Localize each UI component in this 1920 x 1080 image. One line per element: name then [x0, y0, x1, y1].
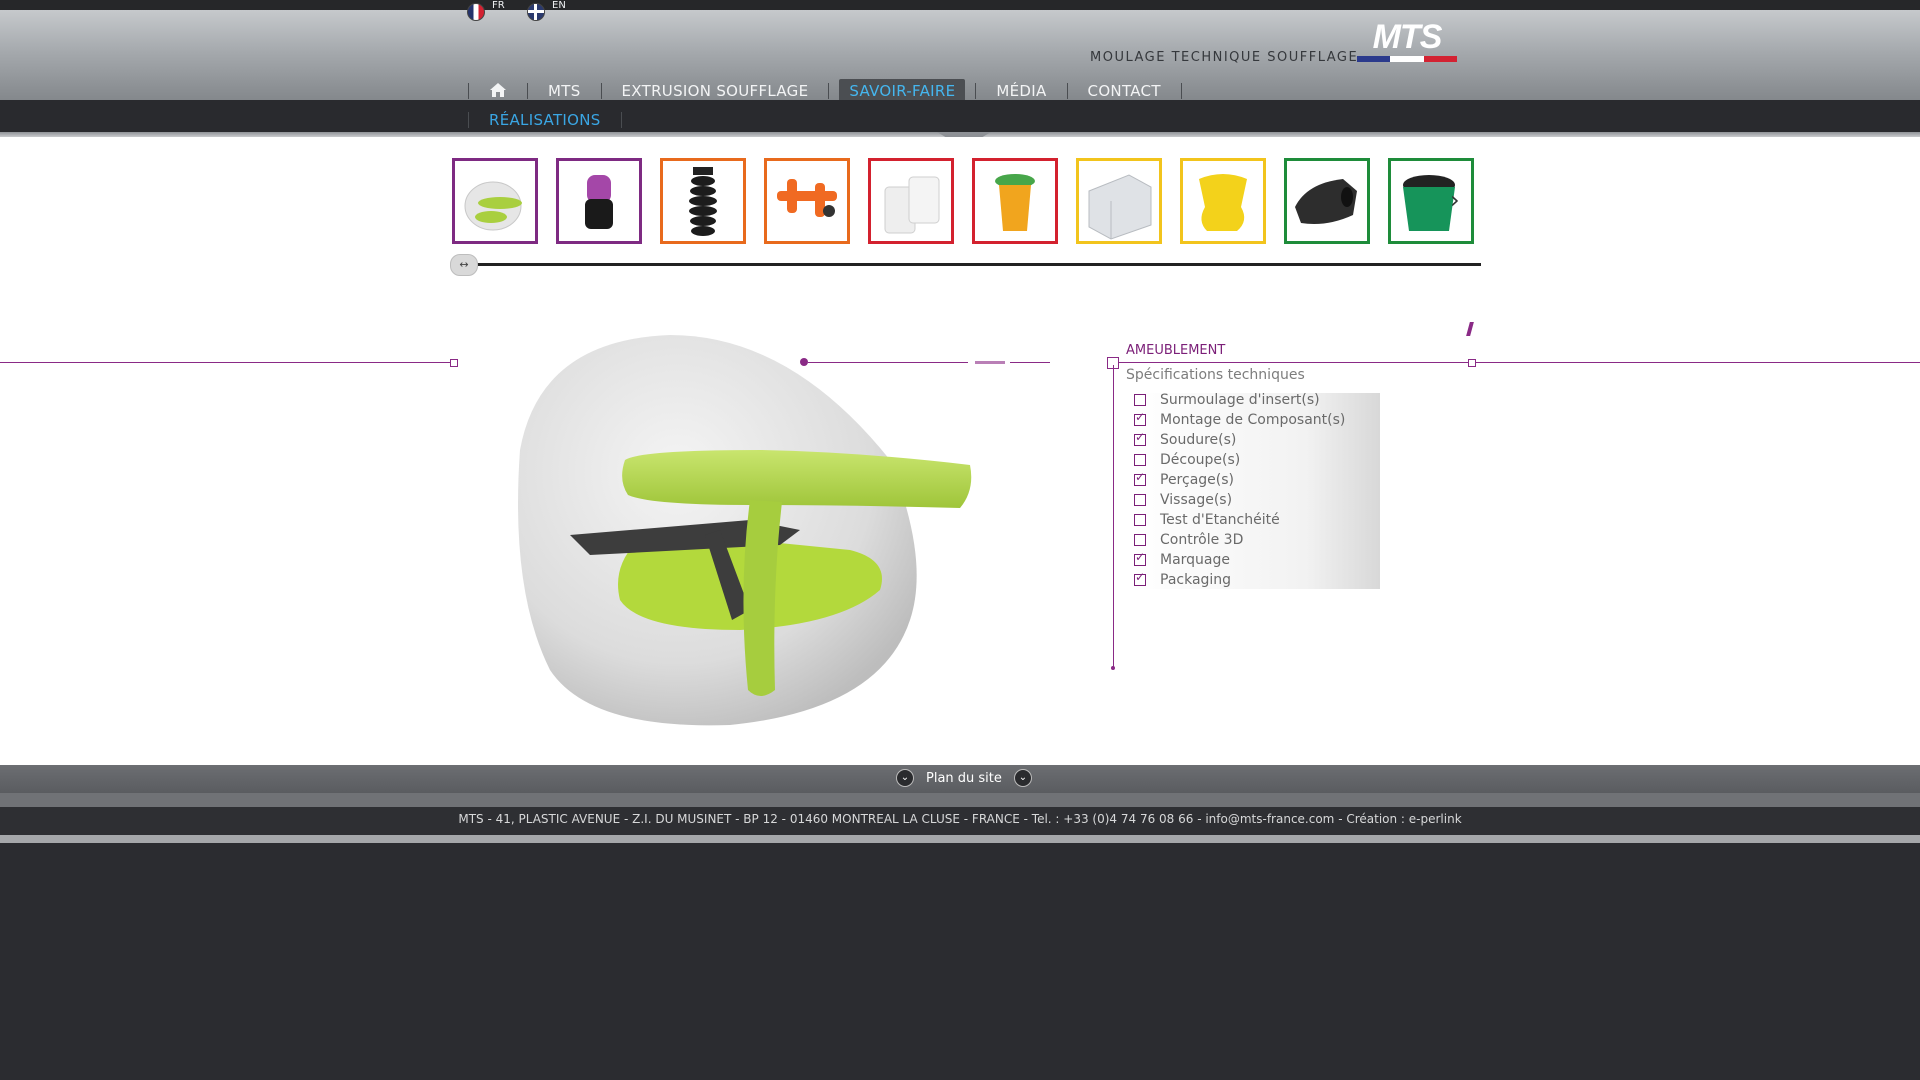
spec-controle-3d: Contrôle 3D: [1134, 530, 1243, 550]
decor-line: [1112, 362, 1468, 363]
bottle-image: [585, 175, 613, 229]
spec-marquage: Marquage: [1134, 550, 1230, 570]
decor-square: [450, 359, 458, 367]
spec-label: Vissage(s): [1160, 492, 1233, 508]
specs-title: Spécifications techniques: [1126, 367, 1305, 383]
thumbnail-bin[interactable]: [972, 158, 1058, 244]
spec-label: Montage de Composant(s): [1160, 412, 1346, 428]
spec-label: Contrôle 3D: [1160, 532, 1244, 548]
logo-flag-stripe: [1357, 56, 1457, 62]
checkbox-unchecked: [1134, 534, 1146, 546]
nav-separator: [828, 83, 830, 99]
nav-separator: [468, 112, 469, 128]
spec-label: Découpe(s): [1160, 452, 1241, 468]
stripe-white: [1390, 56, 1424, 62]
spec-test-etancheite: Test d'Etanchéité: [1134, 510, 1280, 530]
stripe-red: [1423, 56, 1457, 62]
duct-image: [689, 167, 717, 236]
gallery-scroll-track[interactable]: [452, 263, 1481, 266]
left-right-arrows-icon[interactable]: ↔: [450, 254, 478, 276]
chevron-down-icon: ⌄: [896, 769, 914, 787]
decor-square: [1468, 359, 1476, 367]
chevron-down-icon: ⌄: [1013, 769, 1032, 787]
decor-line: [1475, 362, 1920, 363]
nav-separator: [600, 83, 602, 99]
spec-label: Packaging: [1160, 572, 1232, 588]
spec-surmoulage: Surmoulage d'insert(s): [1134, 390, 1320, 410]
language-fr-label: FR: [492, 0, 505, 11]
checkbox-checked: [1134, 410, 1146, 426]
nav-separator: [620, 112, 622, 128]
thumbnail-jerrican[interactable]: [868, 158, 954, 244]
footer-divider: [0, 793, 1920, 807]
spec-label: Surmoulage d'insert(s): [1160, 392, 1320, 408]
spec-packaging: Packaging: [1134, 570, 1231, 590]
checkbox-checked: [1134, 570, 1146, 586]
nav-separator: [527, 83, 528, 99]
checkbox-checked: [1134, 470, 1146, 486]
nav-separator: [1180, 83, 1182, 99]
chevron-right-icon[interactable]: ›: [1450, 188, 1460, 212]
mts-logo[interactable]: MTS: [1355, 18, 1459, 66]
category-title: AMEUBLEMENT: [1126, 343, 1226, 358]
spec-label: Test d'Etanchéité: [1160, 512, 1280, 528]
spec-label: Soudure(s): [1160, 432, 1237, 448]
brand-tagline: MOULAGE TECHNIQUE SOUFFLAGE: [1090, 50, 1359, 65]
thumbnail-baby-seat[interactable]: [452, 158, 538, 244]
thumbnail-duct[interactable]: [660, 158, 746, 244]
decor-dot: [1111, 666, 1115, 670]
checkbox-unchecked: [1134, 514, 1146, 526]
stripe-blue: [1357, 56, 1391, 62]
spec-percage: Perçage(s): [1134, 470, 1234, 490]
thumbnail-air-duct[interactable]: [1284, 158, 1370, 244]
spec-montage: Montage de Composant(s): [1134, 410, 1345, 430]
thumbnail-bottle[interactable]: [556, 158, 642, 244]
thumbnail-filter-panel[interactable]: [1076, 158, 1162, 244]
logo-text: MTS: [1372, 18, 1443, 56]
baby-seat-large-image: [518, 335, 972, 726]
air-duct-image: [1295, 179, 1357, 224]
spec-decoupe: Découpe(s): [1134, 450, 1240, 470]
sitemap-toggle[interactable]: ⌄ Plan du site ⌄: [896, 767, 1032, 789]
decor-line: [0, 362, 450, 363]
french-flag-icon: [467, 3, 485, 21]
top-strip: [0, 0, 1920, 10]
yellow-seat-image: [1199, 174, 1247, 231]
checkbox-checked: [1134, 430, 1146, 446]
bin-image: [995, 174, 1035, 231]
footer-bottom-strip: [0, 835, 1920, 843]
filter-panel-image: [1088, 174, 1152, 240]
thumbnail-green-bucket[interactable]: [1388, 158, 1474, 244]
sub-nav: RÉALISATIONS: [458, 108, 632, 132]
decor-vertical-line: [1113, 365, 1114, 668]
checkbox-unchecked: [1134, 454, 1146, 466]
home-icon: [490, 83, 506, 97]
subnav-bar: [0, 100, 1920, 132]
product-image: [500, 330, 980, 730]
checkbox-unchecked: [1134, 494, 1146, 506]
english-flag-icon: [527, 3, 545, 21]
spec-label: Marquage: [1160, 552, 1231, 568]
subnav-realisations[interactable]: RÉALISATIONS: [479, 108, 611, 132]
nav-separator: [1066, 83, 1068, 99]
spec-label: Perçage(s): [1160, 472, 1234, 488]
thumbnail-yellow-seat[interactable]: [1180, 158, 1266, 244]
nav-separator: [975, 83, 977, 99]
language-en-label: EN: [552, 0, 566, 11]
baby-seat-image: [464, 181, 522, 231]
checkbox-unchecked: [1134, 394, 1146, 406]
orange-part-image: [777, 179, 837, 217]
nav-separator: [468, 83, 469, 99]
jerrican-image: [884, 176, 940, 234]
decor-line: [1010, 362, 1050, 363]
sitemap-label: Plan du site: [926, 770, 1002, 786]
thumbnail-orange-part[interactable]: [764, 158, 850, 244]
checkbox-checked: [1134, 550, 1146, 566]
spec-soudure: Soudure(s): [1134, 430, 1236, 450]
spec-vissage: Vissage(s): [1134, 490, 1232, 510]
footer-address: MTS - 41, PLASTIC AVENUE - Z.I. DU MUSIN…: [458, 812, 1462, 826]
